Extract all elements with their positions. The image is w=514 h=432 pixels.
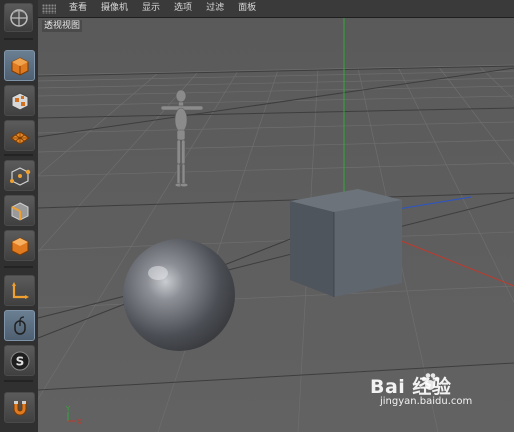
axis-mode-icon: [11, 281, 29, 299]
cube-object: [290, 189, 402, 297]
sphere-object: [123, 239, 235, 351]
points-mode-button[interactable]: [4, 160, 35, 191]
svg-text:S: S: [15, 354, 24, 368]
edges-mode-icon: [11, 201, 28, 221]
polygons-mode-button[interactable]: [4, 230, 35, 261]
magnet-icon: [13, 400, 26, 415]
workplane-button[interactable]: [4, 120, 35, 151]
magnet-button[interactable]: [4, 392, 35, 423]
viewport-title: 透视视图: [42, 20, 83, 32]
model-mode-button[interactable]: [4, 50, 35, 81]
axis-mode-button[interactable]: [4, 275, 35, 306]
snap-button[interactable]: S: [4, 345, 35, 376]
snap-icon: S: [10, 351, 29, 370]
viewport-menubar: 查看 摄像机 显示 选项 过滤 面板: [38, 0, 514, 18]
edges-mode-button[interactable]: [4, 195, 35, 226]
y-axis-gizmo-label: Y: [65, 405, 71, 413]
menu-camera[interactable]: 摄像机: [94, 0, 135, 17]
texture-mode-button[interactable]: [4, 85, 35, 116]
model-mode-icon: [11, 56, 28, 76]
viewport-scene: Y X: [38, 18, 514, 432]
watermark-url: jingyan.baidu.com: [380, 396, 473, 407]
perspective-viewport[interactable]: Y X 透视视图: [38, 18, 514, 432]
menu-display[interactable]: 显示: [135, 0, 167, 17]
workplane-icon: [9, 130, 30, 145]
menu-filter[interactable]: 过滤: [199, 0, 231, 17]
tweak-mode-button[interactable]: [4, 310, 35, 341]
move-object-icon[interactable]: [4, 3, 33, 32]
cinema4d-window: S 查看 摄像机 显示 选项 过滤 面板 Y X 透视视图 Bai 经验 jin…: [0, 0, 514, 432]
menu-options[interactable]: 选项: [167, 0, 199, 17]
texture-mode-icon: [11, 91, 28, 111]
menu-panel[interactable]: 面板: [231, 0, 263, 17]
left-toolbar: S: [0, 0, 39, 432]
x-axis-gizmo-label: X: [77, 418, 82, 426]
paw-logo-icon: [421, 373, 440, 390]
menu-view[interactable]: 查看: [62, 0, 94, 17]
tweak-mode-icon: [13, 315, 26, 335]
points-mode-icon: [9, 166, 30, 186]
panel-grip-icon[interactable]: [42, 3, 56, 14]
polygons-mode-icon: [11, 236, 28, 256]
